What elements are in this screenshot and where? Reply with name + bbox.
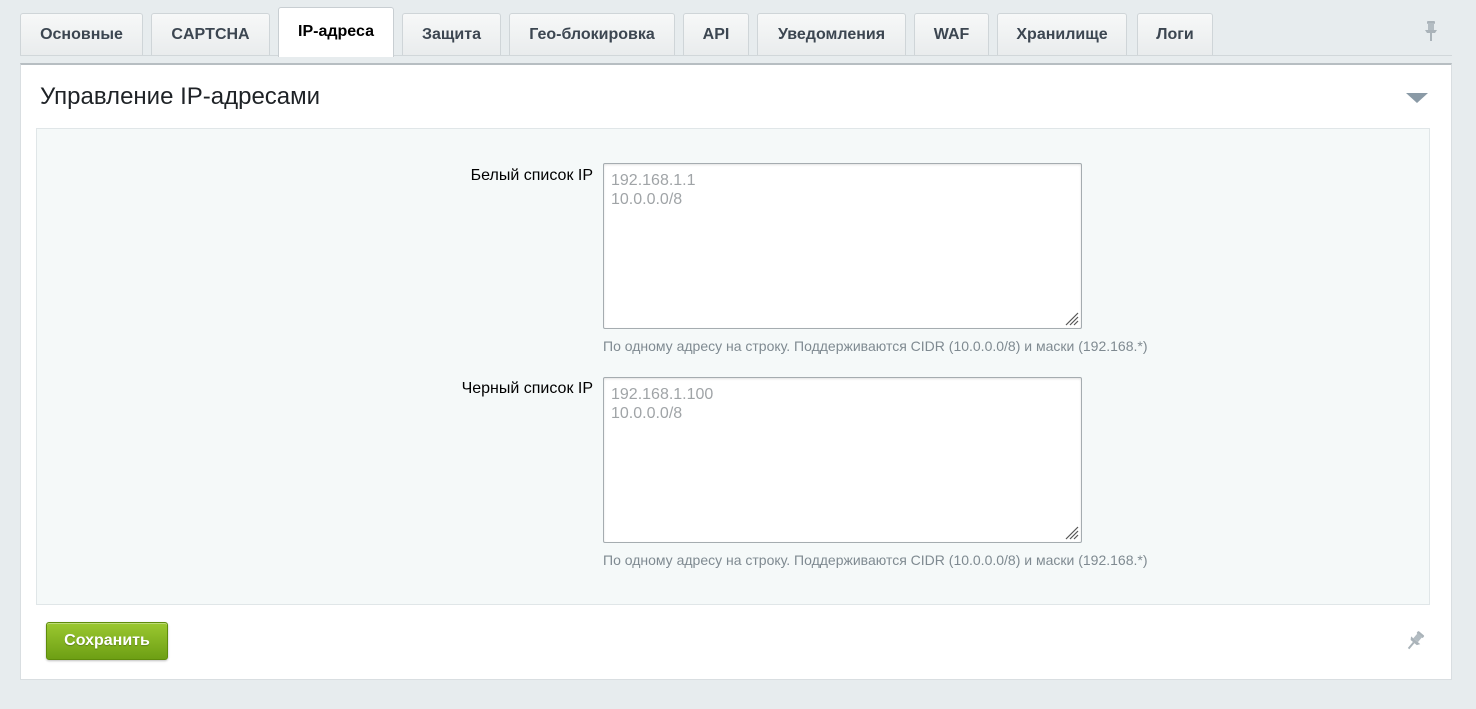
blacklist-textarea[interactable]: 192.168.1.100 10.0.0.0/8 (603, 377, 1082, 543)
tab-bar: Основные CAPTCHA IP-адреса Защита Гео-бл… (20, 0, 1452, 57)
tab-basic[interactable]: Основные (20, 13, 143, 55)
whitelist-placeholder-line: 192.168.1.1 (611, 172, 696, 189)
collapse-arrow-icon[interactable] (1406, 93, 1428, 103)
form-area: Белый список IP 192.168.1.1 10.0.0.0/8 П… (36, 128, 1430, 605)
whitelist-placeholder-line: 10.0.0.0/8 (611, 191, 683, 208)
tab-protection[interactable]: Защита (402, 13, 501, 55)
blacklist-label: Черный список IP (461, 380, 593, 397)
tab-captcha[interactable]: CAPTCHA (151, 13, 270, 55)
whitelist-textarea[interactable]: 192.168.1.1 10.0.0.0/8 (603, 163, 1082, 329)
tab-logs[interactable]: Логи (1137, 13, 1213, 55)
pin-icon[interactable] (1421, 20, 1441, 42)
panel-title: Управление IP-адресами (40, 83, 321, 110)
tab-api[interactable]: API (683, 13, 749, 55)
blacklist-hint: По одному адресу на строку. Поддерживают… (603, 552, 1148, 568)
blacklist-placeholder-line: 192.168.1.100 (611, 386, 714, 403)
ip-management-panel: Управление IP-адресами Белый список IP 1… (20, 63, 1452, 680)
whitelist-label: Белый список IP (470, 167, 593, 184)
save-button[interactable]: Сохранить (46, 622, 168, 660)
tab-geo-blocking[interactable]: Гео-блокировка (509, 13, 675, 55)
tab-waf[interactable]: WAF (914, 13, 989, 55)
tab-notifications[interactable]: Уведомления (757, 13, 906, 55)
pin-icon[interactable] (1404, 630, 1426, 652)
resize-grip-icon[interactable] (1063, 310, 1079, 326)
resize-grip-icon[interactable] (1063, 524, 1079, 540)
whitelist-hint: По одному адресу на строку. Поддерживают… (603, 338, 1148, 354)
blacklist-placeholder-line: 10.0.0.0/8 (611, 405, 683, 422)
tab-bar-divider (20, 55, 1452, 56)
tab-storage[interactable]: Хранилище (997, 13, 1127, 55)
tab-ip-addresses[interactable]: IP-адреса (278, 7, 394, 57)
